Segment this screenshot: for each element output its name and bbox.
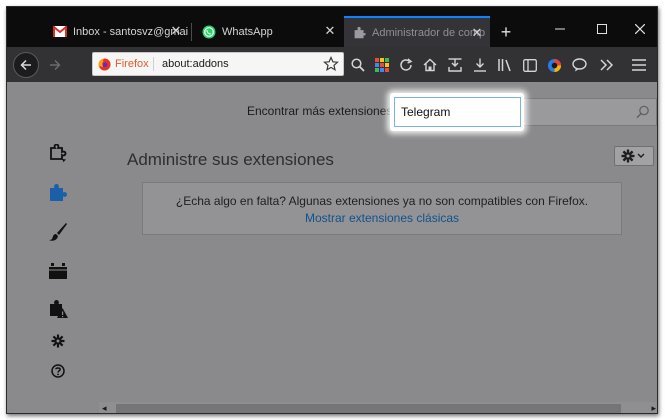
search-icon[interactable] — [636, 105, 650, 119]
recommendations-icon — [48, 143, 68, 169]
search-icon[interactable] — [349, 56, 367, 74]
category-themes[interactable] — [47, 222, 69, 247]
home-icon[interactable] — [421, 56, 439, 74]
close-icon[interactable]: ✕ — [169, 23, 183, 38]
category-recommendations[interactable] — [47, 143, 69, 169]
pocket-save-icon[interactable] — [446, 56, 464, 74]
scrollbar-thumb[interactable] — [116, 404, 621, 413]
download-icon[interactable] — [471, 56, 489, 74]
show-legacy-extensions-link[interactable]: Mostrar extensiones clásicas — [305, 211, 459, 225]
tools-menu-button[interactable] — [614, 146, 654, 166]
url-bar[interactable]: Firefox about:addons — [92, 52, 344, 76]
new-tab-button[interactable]: + — [493, 19, 519, 45]
tab-whatsapp[interactable]: WhatsApp ✕ — [194, 16, 343, 47]
category-options[interactable] — [47, 332, 69, 354]
legacy-extensions-icon — [48, 299, 68, 324]
minimize-button[interactable] — [548, 19, 572, 39]
themes-icon — [48, 222, 68, 247]
tab-separator — [191, 23, 192, 41]
url-text[interactable]: about:addons — [162, 58, 229, 70]
scroll-left-icon[interactable]: ◂ — [102, 403, 112, 413]
search-field-extension — [521, 98, 657, 126]
overflow-icon[interactable] — [598, 56, 616, 74]
back-button[interactable] — [13, 52, 39, 78]
page-title: Administre sus extensiones — [127, 150, 334, 169]
close-window-button[interactable] — [628, 19, 652, 39]
scroll-right-icon[interactable]: ▸ — [646, 403, 656, 413]
legacy-notice: ¿Echa algo en falta? Algunas extensiones… — [142, 182, 622, 235]
tab-label: WhatsApp — [222, 25, 273, 38]
category-plugins[interactable] — [47, 262, 69, 284]
maximize-button[interactable] — [590, 19, 614, 39]
tab-strip: Inbox - santosvz@gmai ✕ WhatsApp ✕ Admin… — [7, 7, 657, 47]
plugins-icon — [48, 261, 68, 286]
options-icon — [51, 334, 65, 353]
category-extensions[interactable] — [47, 183, 69, 208]
notice-text: ¿Echa algo en falta? Algunas extensiones… — [175, 194, 589, 208]
gmail-icon — [53, 25, 67, 39]
sidebar-icon[interactable] — [521, 56, 539, 74]
url-divider — [153, 57, 154, 71]
addons-manager-page: Encontrar más extensiones Administre sus… — [7, 82, 657, 413]
star-icon[interactable] — [323, 56, 339, 72]
grid-icon[interactable] — [373, 56, 391, 74]
tab-gmail[interactable]: Inbox - santosvz@gmai ✕ — [45, 16, 189, 47]
firefox-logo-icon — [98, 58, 111, 71]
browser-window: Inbox - santosvz@gmai ✕ WhatsApp ✕ Admin… — [6, 6, 658, 414]
puzzle-icon — [352, 26, 366, 40]
close-icon[interactable]: ✕ — [323, 23, 337, 38]
close-icon[interactable]: ✕ — [470, 25, 484, 40]
category-legacy-extensions[interactable] — [47, 299, 69, 324]
help-icon — [51, 363, 65, 383]
search-addons-input[interactable] — [394, 97, 521, 127]
tab-addons-manager[interactable]: Administrador de comp ✕ — [344, 16, 490, 47]
whatsapp-icon — [202, 25, 216, 39]
forward-button[interactable] — [45, 55, 65, 75]
category-help[interactable] — [47, 362, 69, 384]
find-more-extensions-label: Encontrar más extensiones — [247, 104, 393, 118]
navigation-toolbar: Firefox about:addons — [7, 47, 657, 82]
extensions-icon — [48, 183, 68, 208]
library-icon[interactable] — [496, 56, 514, 74]
identity-label: Firefox — [115, 58, 149, 70]
reload-icon[interactable] — [397, 56, 415, 74]
chat-icon[interactable] — [570, 56, 588, 74]
horizontal-scrollbar[interactable]: ◂ ▸ — [99, 402, 657, 413]
colorful-extension-icon[interactable] — [545, 56, 563, 74]
menu-icon[interactable] — [630, 56, 648, 74]
tab-label: Administrador de comp — [372, 26, 486, 39]
